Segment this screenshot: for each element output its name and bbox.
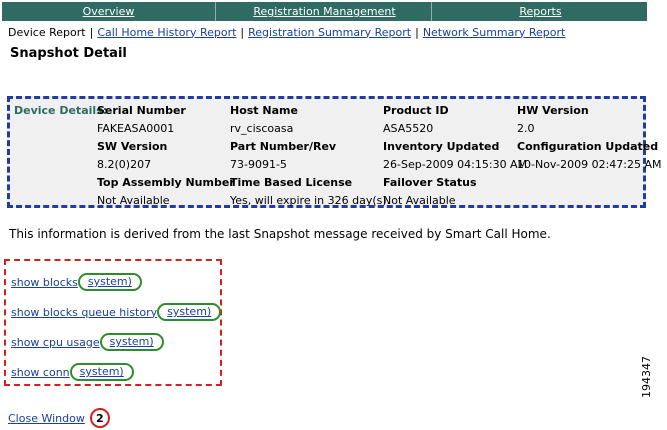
configuration-updated-value: 10-Nov-2009 02:47:25 AM xyxy=(517,158,662,171)
command-link-show-blocks[interactable]: show blocks xyxy=(11,276,78,289)
time-based-license-label: Time Based License xyxy=(230,176,353,189)
close-window-link[interactable]: Close Window xyxy=(8,412,85,425)
time-based-license-value: Yes, will expire in 326 day(s). xyxy=(230,194,391,207)
subnav-link-registration-summary[interactable]: Registration Summary Report xyxy=(248,26,411,39)
host-name-value: rv_ciscoasa xyxy=(230,122,294,135)
subnav-link-call-home-history[interactable]: Call Home History Report xyxy=(97,26,236,39)
top-navigation-bar: Overview Registration Management Reports xyxy=(2,2,647,21)
top-assembly-value: Not Available xyxy=(97,194,170,207)
command-row: show blocks system) xyxy=(11,273,142,291)
subnav-link-network-summary[interactable]: Network Summary Report xyxy=(423,26,566,39)
tab-registration-management[interactable]: Registration Management xyxy=(218,2,432,21)
host-name-label: Host Name xyxy=(230,104,298,117)
sw-version-label: SW Version xyxy=(97,140,168,153)
hw-version-label: HW Version xyxy=(517,104,589,117)
failover-status-value: Not Available xyxy=(383,194,456,207)
serial-number-label: Serial Number xyxy=(97,104,186,117)
command-list-panel: show blocks system) show blocks queue hi… xyxy=(4,259,222,386)
sw-version-value: 8.2(0)207 xyxy=(97,158,152,171)
close-window-row: Close Window 2 xyxy=(8,408,110,428)
tab-reports[interactable]: Reports xyxy=(434,2,647,21)
inventory-updated-value: 26-Sep-2009 04:15:30 AM xyxy=(383,158,528,171)
product-id-label: Product ID xyxy=(383,104,449,117)
hw-version-value: 2.0 xyxy=(517,122,535,135)
subnav-separator: | xyxy=(415,25,419,39)
failover-status-label: Failover Status xyxy=(383,176,477,189)
command-row: show conn system) xyxy=(11,363,134,381)
command-context-link[interactable]: system) xyxy=(157,303,222,321)
part-number-value: 73-9091-5 xyxy=(230,158,287,171)
product-id-value: ASA5520 xyxy=(383,122,434,135)
subnav-separator: | xyxy=(89,25,94,39)
subnav-separator: | xyxy=(240,25,245,39)
configuration-updated-label: Configuration Updated xyxy=(517,140,659,153)
command-context-link[interactable]: system) xyxy=(99,333,164,351)
subnav-current-device-report: Device Report xyxy=(8,25,86,39)
report-subnav: Device Report | Call Home History Report… xyxy=(8,25,565,39)
command-link-show-cpu-usage[interactable]: show cpu usage xyxy=(11,336,100,349)
command-link-show-conn[interactable]: show conn xyxy=(11,366,70,379)
command-row: show blocks queue history system) xyxy=(11,303,222,321)
top-assembly-label: Top Assembly Number xyxy=(97,176,235,189)
command-context-link[interactable]: system) xyxy=(77,273,142,291)
part-number-label: Part Number/Rev xyxy=(230,140,337,153)
device-details-label: Device Details: xyxy=(14,104,108,117)
command-context-link[interactable]: system) xyxy=(69,363,134,381)
device-details-panel: Device Details: Serial Number Host Name … xyxy=(7,96,662,208)
serial-number-value: FAKEASA0001 xyxy=(97,122,175,135)
callout-marker: 2 xyxy=(89,408,110,428)
command-link-show-blocks-queue-history[interactable]: show blocks queue history xyxy=(11,306,157,319)
tab-overview[interactable]: Overview xyxy=(2,2,216,21)
snapshot-info-text: This information is derived from the las… xyxy=(9,227,551,241)
page-title: Snapshot Detail xyxy=(10,46,127,61)
inventory-updated-label: Inventory Updated xyxy=(383,140,500,153)
figure-id-number: 194347 xyxy=(640,356,653,398)
command-row: show cpu usage system) xyxy=(11,333,164,351)
